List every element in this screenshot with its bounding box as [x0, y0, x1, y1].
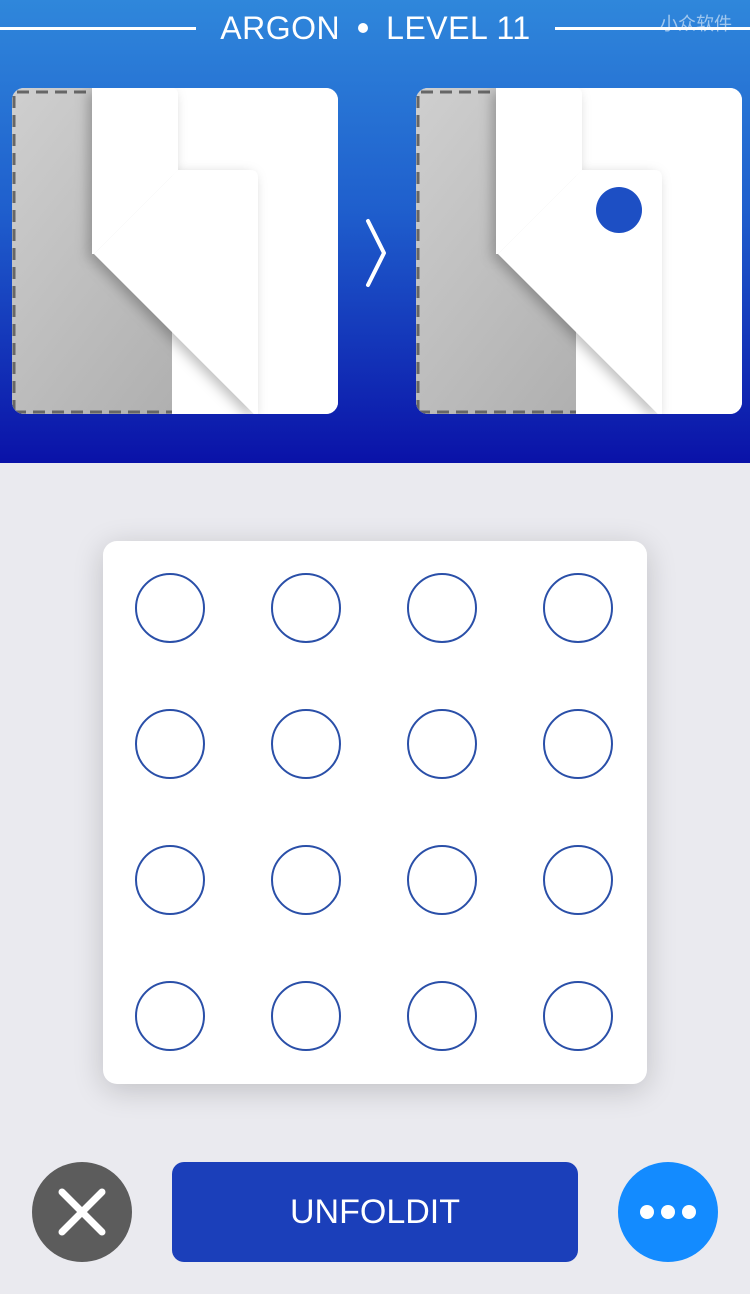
watermark: 小众软件 — [660, 14, 732, 34]
fold-preview-before — [12, 88, 338, 414]
grid-hole-r3-c1[interactable] — [135, 845, 205, 915]
folded-paper-with-hole-icon — [416, 88, 742, 414]
grid-hole-r4-c1[interactable] — [135, 981, 205, 1051]
unfold-button[interactable]: UNFOLDIT — [172, 1162, 578, 1262]
close-icon — [58, 1188, 106, 1236]
grid-hole-r1-c4[interactable] — [543, 573, 613, 643]
folded-paper-icon — [12, 88, 338, 414]
grid-hole-r3-c4[interactable] — [543, 845, 613, 915]
title-divider-left — [0, 27, 196, 30]
separator-dot-icon — [358, 22, 369, 33]
level-header: ARGON LEVEL 11 小众软件 — [0, 0, 750, 463]
grid-hole-r1-c1[interactable] — [135, 573, 205, 643]
grid-hole-r3-c3[interactable] — [407, 845, 477, 915]
world-name: ARGON — [220, 10, 341, 46]
level-title: ARGON LEVEL 11 — [196, 8, 555, 48]
close-button[interactable] — [32, 1162, 132, 1262]
grid-hole-r4-c2[interactable] — [271, 981, 341, 1051]
answer-grid — [103, 541, 647, 1084]
chevron-right-icon — [366, 219, 386, 287]
grid-hole-r1-c2[interactable] — [271, 573, 341, 643]
grid-hole-r2-c1[interactable] — [135, 709, 205, 779]
fold-preview-after — [416, 88, 742, 414]
grid-hole-r4-c4[interactable] — [543, 981, 613, 1051]
punched-hole-icon — [596, 187, 642, 233]
grid-hole-r4-c3[interactable] — [407, 981, 477, 1051]
title-bar: ARGON LEVEL 11 小众软件 — [0, 0, 750, 58]
grid-hole-r2-c4[interactable] — [543, 709, 613, 779]
grid-hole-r1-c3[interactable] — [407, 573, 477, 643]
grid-hole-r2-c3[interactable] — [407, 709, 477, 779]
grid-hole-r2-c2[interactable] — [271, 709, 341, 779]
level-number: LEVEL 11 — [386, 10, 531, 46]
grid-hole-r3-c2[interactable] — [271, 845, 341, 915]
more-button[interactable] — [618, 1162, 718, 1262]
